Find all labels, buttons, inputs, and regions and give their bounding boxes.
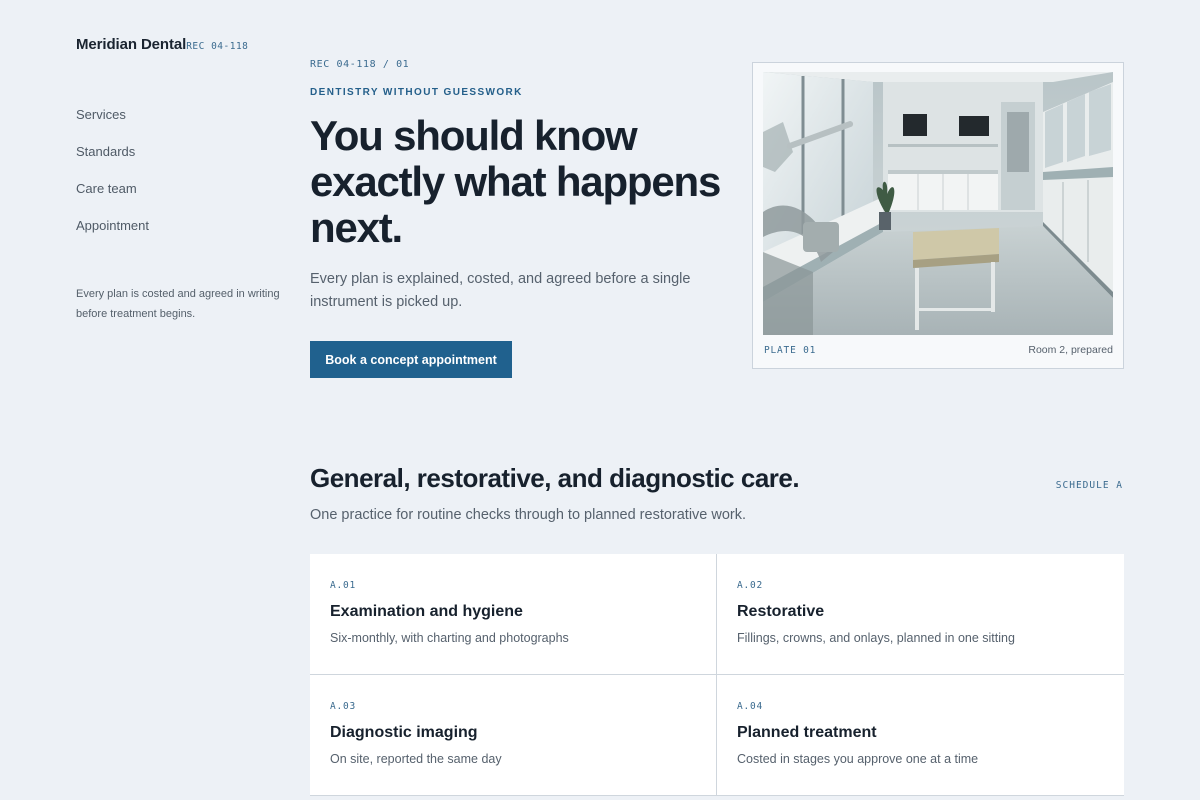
service-code: A.03	[330, 701, 357, 712]
hero-headline: You should know exactly what happens nex…	[310, 112, 721, 251]
hero-record-code: REC 04-118 / 01	[310, 59, 410, 70]
nav-item-standards[interactable]: Standards	[76, 142, 149, 179]
service-description: On site, reported the same day	[330, 752, 502, 766]
service-description: Fillings, crowns, and onlays, planned in…	[737, 631, 1015, 645]
services-subtitle: One practice for routine checks through …	[310, 507, 747, 523]
hero-eyebrow: DENTISTRY WITHOUT GUESSWORK	[310, 87, 523, 98]
sidebar-nav: Services Standards Care team Appointment	[76, 105, 149, 253]
nav-item-care-team[interactable]: Care team	[76, 179, 149, 216]
service-card-imaging[interactable]: A.03 Diagnostic imaging On site, reporte…	[310, 675, 717, 796]
services-grid: A.01 Examination and hygiene Six-monthly…	[310, 554, 1124, 796]
service-code: A.02	[737, 580, 764, 591]
service-title: Restorative	[737, 603, 825, 620]
nav-item-appointment[interactable]: Appointment	[76, 216, 149, 253]
service-code: A.01	[330, 580, 357, 591]
plate-figure: PLATE 01 Room 2, prepared	[752, 62, 1124, 369]
plate-caption: Room 2, prepared	[1028, 344, 1113, 356]
service-card-examination[interactable]: A.01 Examination and hygiene Six-monthly…	[310, 554, 717, 675]
service-card-restorative[interactable]: A.02 Restorative Fillings, crowns, and o…	[717, 554, 1124, 675]
brand[interactable]: Meridian Dental REC 04-118	[76, 36, 248, 53]
hero-lead: Every plan is explained, costed, and agr…	[310, 271, 691, 310]
services-title: General, restorative, and diagnostic car…	[310, 463, 800, 493]
schedule-label: SCHEDULE A	[1055, 480, 1123, 491]
service-card-planned[interactable]: A.04 Planned treatment Costed in stages …	[717, 675, 1124, 796]
service-title: Examination and hygiene	[330, 603, 523, 620]
clinic-room-photo	[763, 72, 1113, 335]
plate-label: PLATE 01	[764, 345, 817, 356]
brand-name: Meridian Dental	[76, 36, 187, 53]
service-description: Six-monthly, with charting and photograp…	[330, 631, 569, 645]
service-description: Costed in stages you approve one at a ti…	[737, 752, 979, 766]
book-appointment-button[interactable]: Book a concept appointment	[310, 341, 512, 378]
service-title: Diagnostic imaging	[330, 724, 478, 741]
nav-item-services[interactable]: Services	[76, 105, 149, 142]
sidebar-note: Every plan is costed and agreed in writi…	[76, 288, 280, 320]
service-title: Planned treatment	[737, 724, 877, 741]
brand-record-code: REC 04-118	[186, 41, 249, 52]
service-code: A.04	[737, 701, 764, 712]
